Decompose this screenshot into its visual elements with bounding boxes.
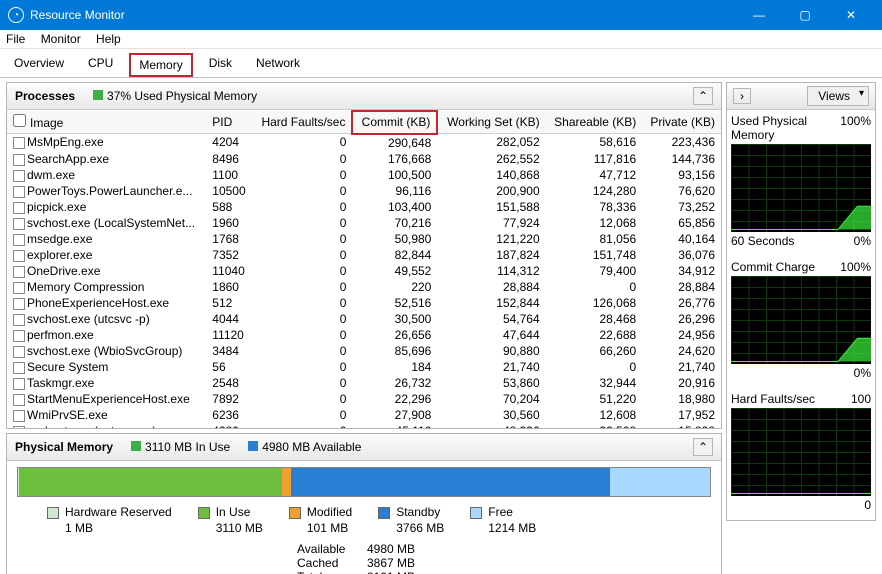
table-row[interactable]: StartMenuExperienceHost.exe7892022,29670… bbox=[7, 391, 721, 407]
col-pid[interactable]: PID bbox=[206, 111, 253, 134]
tab-memory[interactable]: Memory bbox=[129, 53, 192, 77]
table-row[interactable]: explorer.exe7352082,844187,824151,74836,… bbox=[7, 247, 721, 263]
title-bar: ◔ Resource Monitor — ▢ ✕ bbox=[0, 0, 882, 30]
membar-segment bbox=[19, 468, 282, 496]
memory-bar bbox=[17, 467, 711, 497]
membar-segment bbox=[282, 468, 291, 496]
col-hard-faults-sec[interactable]: Hard Faults/sec bbox=[253, 111, 353, 134]
collapse-processes-button[interactable]: ⌃ bbox=[693, 87, 713, 105]
tab-overview[interactable]: Overview bbox=[6, 53, 72, 77]
legend-item: In Use3110 MB bbox=[198, 505, 263, 536]
tab-bar: Overview CPU Memory Disk Network bbox=[0, 49, 882, 78]
membar-segment bbox=[610, 468, 710, 496]
close-button[interactable]: ✕ bbox=[828, 0, 874, 30]
memory-stats: Available4980 MBCached3867 MBTotal8191 M… bbox=[297, 542, 711, 574]
table-row[interactable]: picpick.exe5880103,400151,58878,33673,25… bbox=[7, 199, 721, 215]
table-row[interactable]: perfmon.exe11120026,65647,64422,68824,95… bbox=[7, 327, 721, 343]
chart-canvas bbox=[731, 408, 871, 496]
table-row[interactable]: WmiPrvSE.exe6236027,90830,56012,60817,95… bbox=[7, 407, 721, 423]
chart-max: 100 bbox=[851, 392, 871, 406]
table-row[interactable]: OneDrive.exe11040049,552114,31279,40034,… bbox=[7, 263, 721, 279]
chart-footer-right: 0% bbox=[854, 234, 871, 248]
tab-cpu[interactable]: CPU bbox=[80, 53, 121, 77]
menu-monitor[interactable]: Monitor bbox=[41, 32, 81, 46]
table-row[interactable]: MsMpEng.exe42040290,648282,05258,616223,… bbox=[7, 134, 721, 151]
chart-max: 100% bbox=[840, 260, 871, 274]
minimize-button[interactable]: — bbox=[736, 0, 782, 30]
processes-table[interactable]: ImagePIDHard Faults/secCommit (KB)Workin… bbox=[7, 110, 721, 428]
physmem-inuse: 3110 MB In Use bbox=[131, 440, 230, 454]
tab-disk[interactable]: Disk bbox=[201, 53, 240, 77]
table-row[interactable]: Memory Compression1860022028,884028,884 bbox=[7, 279, 721, 295]
col-working-set-kb-[interactable]: Working Set (KB) bbox=[437, 111, 545, 134]
processes-title: Processes bbox=[15, 89, 75, 103]
col-image[interactable]: Image bbox=[7, 111, 206, 134]
chart-title: Commit Charge bbox=[731, 260, 815, 274]
legend-item: Modified101 MB bbox=[289, 505, 352, 536]
table-row[interactable]: PhoneExperienceHost.exe512052,516152,844… bbox=[7, 295, 721, 311]
chart-footer-right: 0% bbox=[854, 366, 871, 380]
maximize-button[interactable]: ▢ bbox=[782, 0, 828, 30]
table-row[interactable]: Secure System56018421,740021,740 bbox=[7, 359, 721, 375]
processes-summary: 37% Used Physical Memory bbox=[93, 89, 257, 103]
table-row[interactable]: svchost.exe (utcsvc -p)4044030,50054,764… bbox=[7, 311, 721, 327]
legend-item: Hardware Reserved1 MB bbox=[47, 505, 172, 536]
chart-canvas bbox=[731, 276, 871, 364]
table-row[interactable]: svchost.exe (netsvcs -p)4280045,11648,33… bbox=[7, 423, 721, 429]
menu-help[interactable]: Help bbox=[96, 32, 121, 46]
menu-bar: File Monitor Help bbox=[0, 30, 882, 49]
chart-footer-right: 0 bbox=[864, 498, 871, 512]
table-row[interactable]: SearchApp.exe84960176,668262,552117,8161… bbox=[7, 151, 721, 167]
table-row[interactable]: svchost.exe (WbioSvcGroup)3484085,69690,… bbox=[7, 343, 721, 359]
collapse-physmem-button[interactable]: ⌃ bbox=[693, 438, 713, 456]
col-private-kb-[interactable]: Private (KB) bbox=[642, 111, 721, 134]
chart-block: Used Physical Memory100% 60 Seconds 0% bbox=[727, 110, 875, 256]
chart-block: Commit Charge 100% 0% bbox=[727, 256, 875, 388]
col-shareable-kb-[interactable]: Shareable (KB) bbox=[546, 111, 643, 134]
processes-panel: Processes 37% Used Physical Memory ⌃ Ima… bbox=[6, 82, 722, 429]
table-row[interactable]: dwm.exe11000100,500140,86847,71293,156 bbox=[7, 167, 721, 183]
memory-legend: Hardware Reserved1 MB In Use3110 MB Modifi… bbox=[47, 505, 711, 536]
physmem-available: 4980 MB Available bbox=[248, 440, 361, 454]
window-title: Resource Monitor bbox=[30, 8, 736, 22]
table-row[interactable]: svchost.exe (LocalSystemNet...1960070,21… bbox=[7, 215, 721, 231]
chart-title: Hard Faults/sec bbox=[731, 392, 815, 406]
table-row[interactable]: PowerToys.PowerLauncher.e...10500096,116… bbox=[7, 183, 721, 199]
select-all-checkbox[interactable] bbox=[13, 114, 26, 127]
physical-memory-panel: Physical Memory 3110 MB In Use 4980 MB A… bbox=[6, 433, 722, 574]
chart-max: 100% bbox=[840, 114, 871, 142]
table-row[interactable]: msedge.exe1768050,980121,22081,05640,164 bbox=[7, 231, 721, 247]
chart-title: Used Physical Memory bbox=[731, 114, 840, 142]
collapse-charts-button[interactable]: › bbox=[733, 88, 751, 104]
physmem-title: Physical Memory bbox=[15, 440, 113, 454]
tab-network[interactable]: Network bbox=[248, 53, 308, 77]
app-icon: ◔ bbox=[8, 7, 24, 23]
chart-footer-left: 60 Seconds bbox=[731, 234, 794, 248]
chart-canvas bbox=[731, 144, 871, 232]
chart-block: Hard Faults/sec 100 0 bbox=[727, 388, 875, 520]
views-dropdown[interactable]: Views bbox=[807, 86, 869, 106]
legend-item: Free1214 MB bbox=[470, 505, 536, 536]
col-commit-kb-[interactable]: Commit (KB) bbox=[352, 111, 437, 134]
membar-segment bbox=[291, 468, 609, 496]
charts-panel: › Views Used Physical Memory100% 60 Seco… bbox=[726, 82, 876, 521]
table-row[interactable]: Taskmgr.exe2548026,73253,86032,94420,916 bbox=[7, 375, 721, 391]
legend-item: Standby3766 MB bbox=[378, 505, 444, 536]
menu-file[interactable]: File bbox=[6, 32, 25, 46]
